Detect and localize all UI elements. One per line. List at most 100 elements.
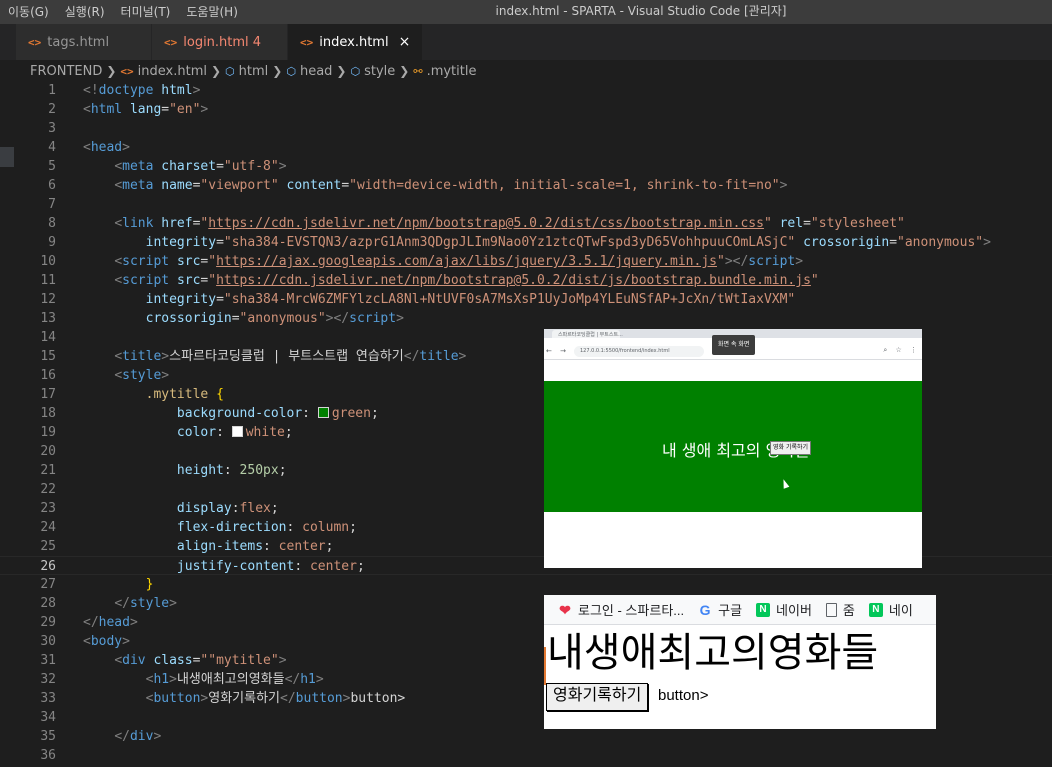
code-line-11[interactable]: 11 <script src="https://cdn.jsdelivr.net… — [0, 271, 1052, 290]
token: href — [161, 216, 193, 231]
bookmark-naver-2[interactable]: N 네이 — [868, 600, 913, 619]
menu-help[interactable]: 도움말(H) — [178, 0, 246, 24]
token: column — [302, 520, 350, 535]
token: title — [122, 349, 162, 364]
token: script — [349, 311, 397, 326]
line-number: 10 — [40, 254, 56, 269]
line-number: 18 — [40, 406, 56, 421]
html-file-icon: <> — [164, 35, 178, 49]
browser-tab[interactable]: 스파르타코딩클럽 | 부트스트... — [552, 330, 623, 338]
breadcrumb-item-selector[interactable]: ⚯ .mytitle — [413, 64, 476, 79]
token: head — [90, 140, 123, 155]
token: 영화기록하기 — [208, 691, 281, 706]
page-heading: 내생애최고의영화들 — [547, 631, 879, 675]
token: rel — [779, 216, 804, 231]
token: "stylesheet" — [810, 216, 905, 231]
line-number: 14 — [40, 330, 56, 345]
token: flex — [239, 501, 271, 516]
menu-terminal[interactable]: 터미널(T) — [113, 0, 179, 24]
code-line-5[interactable]: 5 <meta charset="utf-8"> — [0, 157, 1052, 176]
chevron-right-icon: ❯ — [106, 64, 117, 78]
menu-run[interactable]: 실행(R) — [57, 0, 113, 24]
token: ""mytitle" — [200, 653, 279, 668]
line-number: 4 — [48, 140, 56, 155]
code-line-4[interactable]: 4 <head> — [0, 138, 1052, 157]
line-number: 16 — [40, 368, 56, 383]
line-number: 15 — [40, 349, 56, 364]
code-line-12[interactable]: 12 integrity="sha384-MrcW6ZMFYlzcLA8Nl+N… — [0, 290, 1052, 309]
breadcrumb-item-style[interactable]: ⬡ style — [350, 64, 395, 79]
element-cube-icon: ⬡ — [225, 64, 235, 78]
token: background-color — [176, 406, 303, 421]
tab-index-html[interactable]: <> index.html × — [288, 24, 424, 60]
css-selector-icon: ⚯ — [413, 64, 423, 78]
code-line-36[interactable]: 36 — [0, 746, 1052, 765]
color-swatch-icon[interactable] — [231, 426, 243, 437]
token: height — [176, 463, 224, 478]
code-line-7[interactable]: 7 — [0, 195, 1052, 214]
breadcrumb-label: index.html — [137, 63, 207, 79]
record-movie-button[interactable]: 영화기록하기 — [546, 683, 649, 711]
token: > — [200, 102, 209, 117]
browser-preview-window[interactable]: 스파르타코딩클럽 | 부트스트... ← → ⟳ 127.0.0.1:5500/… — [544, 329, 922, 568]
token: .mytitle — [145, 387, 209, 402]
token: link — [122, 216, 154, 231]
bookmark-label: 줌 — [842, 603, 855, 618]
code-line-8[interactable]: 8 <link href="https://cdn.jsdelivr.net/n… — [0, 214, 1052, 233]
title-bar: 이동(G) 실행(R) 터미널(T) 도움말(H) index.html - S… — [0, 0, 1052, 24]
url-input[interactable]: 127.0.0.1:5500/frontend/index.html — [574, 346, 704, 357]
token: center — [309, 559, 357, 574]
token: meta — [122, 178, 154, 193]
token: script — [122, 273, 170, 288]
bookmark-zum[interactable]: 줌 — [825, 600, 855, 619]
token: integrity — [145, 292, 217, 307]
code-line-1[interactable]: 1 <!doctype html> — [0, 81, 1052, 100]
browser-preview-unstyled[interactable]: ❤ 로그인 - 스파르타... G 구글 N 네이버 줌 N 네이 내생애최고의영화들 … — [544, 595, 936, 729]
link[interactable]: https://ajax.googleapis.com/ajax/libs/jq… — [216, 254, 717, 269]
code-line-13[interactable]: 13 crossorigin="anonymous"></script> — [0, 309, 1052, 328]
line-number: 8 — [48, 216, 56, 231]
code-line-35[interactable]: 35 </div> — [0, 727, 1052, 746]
token: script — [748, 254, 796, 269]
record-movie-button[interactable]: 영화 기록하기 — [770, 441, 812, 455]
color-swatch-icon[interactable] — [317, 407, 329, 418]
link[interactable]: https://cdn.jsdelivr.net/npm/bootstrap@5… — [208, 216, 764, 231]
bookmark-google[interactable]: G 구글 — [698, 600, 742, 619]
menu-go[interactable]: 이동(G) — [0, 0, 57, 24]
tab-login-html[interactable]: <> login.html 4 — [152, 24, 288, 60]
bookmark-naver[interactable]: N 네이버 — [756, 600, 812, 619]
token: "anonymous" — [239, 311, 326, 326]
activity-bar-edge — [0, 24, 16, 60]
token: html — [161, 83, 193, 98]
code-line-2[interactable]: 2 <html lang="en"> — [0, 100, 1052, 119]
bookmark-label: 네이버 — [776, 603, 812, 618]
breadcrumb-item-head[interactable]: ⬡ head — [286, 64, 332, 79]
bookmark-label: 로그인 - 스파르타... — [578, 603, 685, 618]
link[interactable]: https://cdn.jsdelivr.net/npm/bootstrap@5… — [216, 273, 811, 288]
token: crossorigin — [803, 235, 890, 250]
bookmark-login[interactable]: ❤ 로그인 - 스파르타... — [558, 600, 684, 619]
trailing-text: button> — [658, 687, 709, 704]
tab-label: index.html — [319, 34, 389, 50]
token: body — [90, 634, 123, 649]
breadcrumb-item-html[interactable]: ⬡ html — [225, 64, 268, 79]
line-number: 20 — [40, 444, 56, 459]
code-line-10[interactable]: 10 <script src="https://ajax.googleapis.… — [0, 252, 1052, 271]
token: "anonymous" — [897, 235, 984, 250]
bookmarks-bar: ❤ 로그인 - 스파르타... G 구글 N 네이버 줌 N 네이 — [544, 595, 936, 625]
chevron-right-icon: ❯ — [399, 64, 410, 78]
code-line-3[interactable]: 3 — [0, 119, 1052, 138]
breadcrumb-item-file[interactable]: <> index.html — [120, 64, 207, 79]
line-number: 2 — [48, 102, 56, 117]
token: "en" — [169, 102, 201, 117]
mytitle-hero: 내 생애 최고의 영화들 영화 기록하기 — [544, 381, 922, 512]
code-line-9[interactable]: 9 integrity="sha384-EVSTQN3/azprG1Anm3QD… — [0, 233, 1052, 252]
breadcrumb-label: head — [299, 63, 333, 79]
tab-tags-html[interactable]: <> tags.html — [16, 24, 152, 60]
code-line-6[interactable]: 6 <meta name="viewport" content="width=d… — [0, 176, 1052, 195]
close-icon[interactable]: × — [399, 34, 411, 50]
code-line-27[interactable]: 27 } — [0, 575, 1052, 594]
line-number: 1 — [48, 83, 56, 98]
breadcrumb-item-frontend[interactable]: FRONTEND — [30, 64, 102, 79]
browser-toolbar-icons[interactable]: ⌕ ☆ ⋮ — [883, 346, 920, 355]
